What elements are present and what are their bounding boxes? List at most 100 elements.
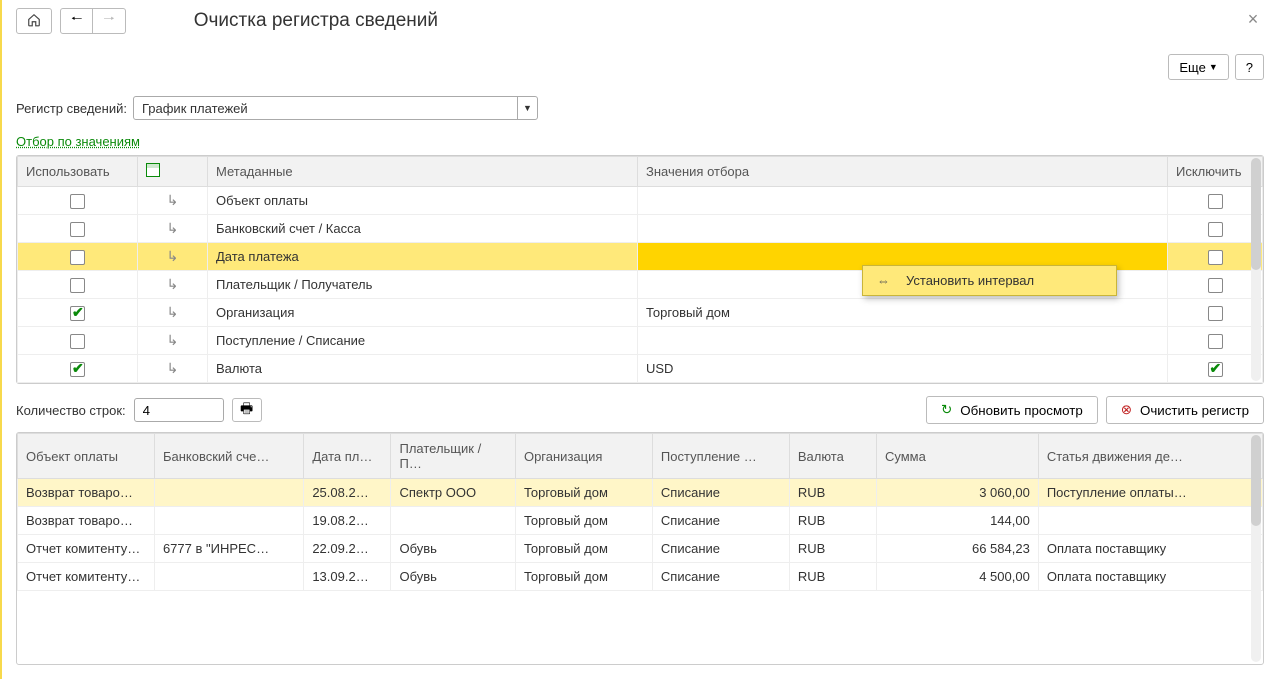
use-checkbox[interactable] (70, 194, 85, 209)
col-excl[interactable]: Исключить (1168, 157, 1263, 187)
meta-cell: Объект оплаты (208, 187, 638, 215)
use-checkbox[interactable] (70, 306, 85, 321)
preview-col[interactable]: Поступление … (652, 434, 789, 479)
exclude-checkbox[interactable] (1208, 334, 1223, 349)
tree-icon: ↳ (167, 276, 179, 292)
meta-cell: Дата платежа (208, 243, 638, 271)
exclude-checkbox[interactable] (1208, 306, 1223, 321)
preview-cell: 19.08.2… (304, 507, 391, 535)
exclude-checkbox[interactable] (1208, 194, 1223, 209)
refresh-preview-button[interactable]: ↻ Обновить просмотр (926, 396, 1098, 424)
meta-cell: Поступление / Списание (208, 327, 638, 355)
preview-col[interactable]: Объект оплаты (18, 434, 155, 479)
preview-cell (154, 479, 303, 507)
help-button[interactable]: ? (1235, 54, 1264, 80)
preview-cell: Торговый дом (515, 479, 652, 507)
refresh-label: Обновить просмотр (960, 403, 1083, 418)
home-button[interactable] (16, 8, 52, 34)
back-button[interactable]: 🠐 (60, 8, 93, 34)
exclude-checkbox[interactable] (1208, 362, 1223, 377)
page-title: Очистка регистра сведений (194, 10, 1264, 32)
row-count-input[interactable] (134, 398, 224, 422)
preview-cell: 6777 в "ИНРЕС… (154, 535, 303, 563)
value-cell[interactable]: Торговый дом (638, 299, 1168, 327)
preview-row[interactable]: Отчет комитенту…6777 в "ИНРЕС…22.09.2…Об… (18, 535, 1263, 563)
preview-cell: Списание (652, 507, 789, 535)
preview-col[interactable]: Статья движения де… (1038, 434, 1262, 479)
preview-row[interactable]: Возврат товаро…19.08.2…Торговый домСписа… (18, 507, 1263, 535)
interval-icon: ⇔ (877, 273, 890, 288)
preview-cell: Оплата поставщику (1038, 535, 1262, 563)
preview-cell: Торговый дом (515, 535, 652, 563)
use-checkbox[interactable] (70, 334, 85, 349)
preview-cell: Возврат товаро… (18, 507, 155, 535)
clear-label: Очистить регистр (1140, 403, 1249, 418)
preview-cell: Списание (652, 479, 789, 507)
preview-col[interactable]: Организация (515, 434, 652, 479)
preview-col[interactable]: Банковский сче… (154, 434, 303, 479)
use-checkbox[interactable] (70, 222, 85, 237)
more-label: Еще (1179, 60, 1205, 75)
home-icon (27, 13, 41, 30)
tree-icon: ↳ (167, 248, 179, 264)
value-cell[interactable]: USD (638, 355, 1168, 383)
filter-by-values-link[interactable]: Отбор по значениям (16, 134, 1264, 149)
arrow-right-icon: 🠒 (103, 10, 114, 32)
filter-row[interactable]: ↳ОрганизацияТорговый дом (18, 299, 1263, 327)
preview-col[interactable]: Сумма (876, 434, 1038, 479)
preview-row[interactable]: Возврат товаро…25.08.2…Спектр ОООТорговы… (18, 479, 1263, 507)
chevron-down-icon[interactable]: ▼ (517, 97, 537, 119)
exclude-checkbox[interactable] (1208, 278, 1223, 293)
tree-icon: ↳ (167, 360, 179, 376)
register-label: Регистр сведений: (16, 101, 127, 116)
preview-cell: Отчет комитенту… (18, 535, 155, 563)
filter-row[interactable]: ↳ВалютаUSD (18, 355, 1263, 383)
help-label: ? (1246, 60, 1253, 75)
use-checkbox[interactable] (70, 362, 85, 377)
preview-cell: Обувь (391, 535, 516, 563)
print-button[interactable]: 🖶 (232, 398, 262, 422)
filter-row[interactable]: ↳Объект оплаты (18, 187, 1263, 215)
forward-button[interactable]: 🠒 (93, 8, 125, 34)
exclude-checkbox[interactable] (1208, 250, 1223, 265)
col-meta[interactable]: Метаданные (208, 157, 638, 187)
caret-down-icon: ▼ (1209, 62, 1218, 72)
col-icon[interactable] (138, 157, 208, 187)
value-cell[interactable] (638, 215, 1168, 243)
tree-icon: ↳ (167, 304, 179, 320)
more-button[interactable]: Еще ▼ (1168, 54, 1228, 80)
col-use[interactable]: Использовать (18, 157, 138, 187)
preview-scrollbar[interactable] (1251, 435, 1261, 662)
preview-cell: Поступление оплаты… (1038, 479, 1262, 507)
preview-cell (1038, 507, 1262, 535)
register-select[interactable]: График платежей ▼ (133, 96, 538, 120)
value-cell[interactable] (638, 187, 1168, 215)
value-cell[interactable] (638, 327, 1168, 355)
col-values[interactable]: Значения отбора (638, 157, 1168, 187)
filter-row[interactable]: ↳Поступление / Списание (18, 327, 1263, 355)
close-button[interactable]: × (1242, 8, 1264, 30)
context-menu: ⇔ Установить интервал (862, 265, 1117, 296)
clear-icon: ⊗ (1121, 402, 1132, 418)
preview-cell (154, 507, 303, 535)
preview-col[interactable]: Плательщик / П… (391, 434, 516, 479)
exclude-checkbox[interactable] (1208, 222, 1223, 237)
context-set-interval[interactable]: ⇔ Установить интервал (863, 266, 1116, 295)
use-checkbox[interactable] (70, 250, 85, 265)
preview-cell: RUB (789, 535, 876, 563)
preview-col[interactable]: Дата пл… (304, 434, 391, 479)
filter-scrollbar[interactable] (1251, 158, 1261, 381)
preview-cell: 13.09.2… (304, 563, 391, 591)
preview-cell: RUB (789, 507, 876, 535)
preview-cell: Торговый дом (515, 563, 652, 591)
row-count-label: Количество строк: (16, 403, 126, 418)
printer-icon: 🖶 (240, 398, 253, 422)
clear-register-button[interactable]: ⊗ Очистить регистр (1106, 396, 1264, 424)
preview-col[interactable]: Валюта (789, 434, 876, 479)
filter-row[interactable]: ↳Банковский счет / Касса (18, 215, 1263, 243)
preview-row[interactable]: Отчет комитенту…13.09.2…ОбувьТорговый до… (18, 563, 1263, 591)
refresh-icon: ↻ (941, 402, 952, 418)
preview-cell: Обувь (391, 563, 516, 591)
arrow-left-icon: 🠐 (71, 10, 82, 32)
use-checkbox[interactable] (70, 278, 85, 293)
